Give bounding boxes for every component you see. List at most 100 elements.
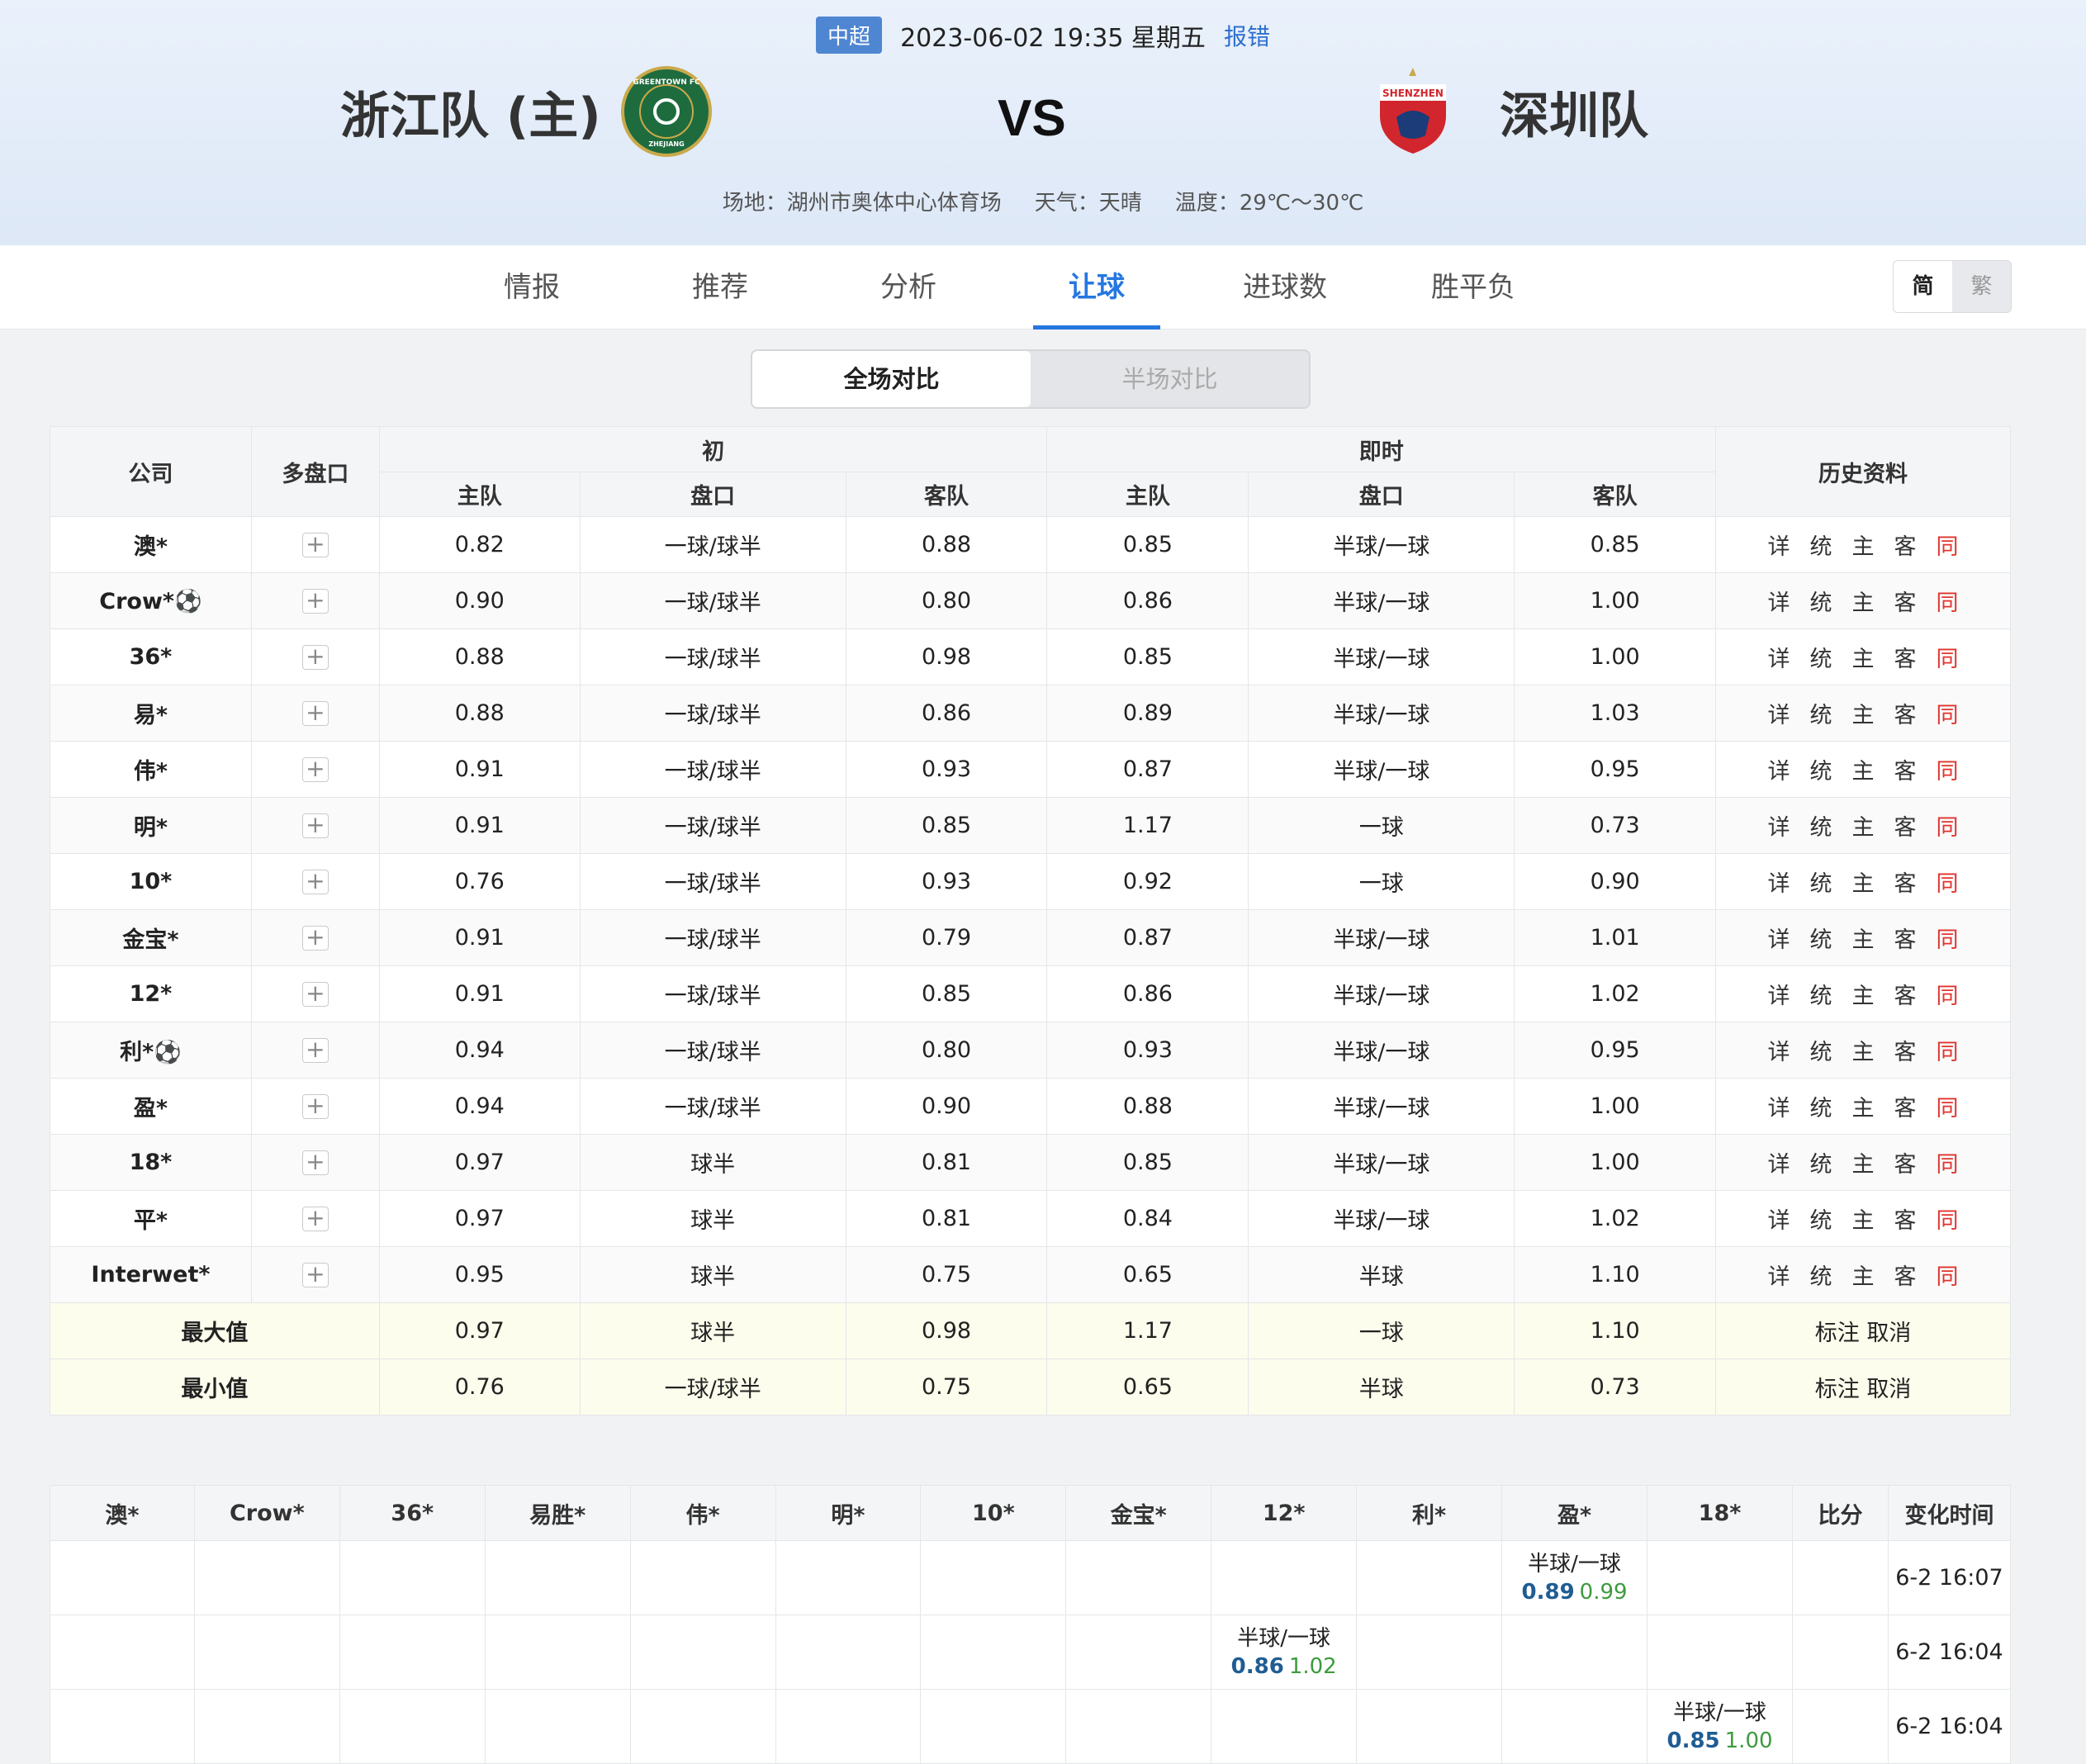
history-same-link[interactable]: 同	[1937, 865, 1959, 898]
company-name[interactable]: 明*	[50, 797, 252, 854]
half-match-compare-button[interactable]: 半场对比	[1031, 351, 1309, 407]
history-stats-link[interactable]: 统	[1810, 641, 1832, 673]
history-away-link[interactable]: 客	[1894, 753, 1917, 785]
company-name[interactable]: 澳*	[50, 516, 252, 573]
history-detail-link[interactable]: 详	[1768, 697, 1790, 729]
history-detail-link[interactable]: 详	[1768, 1034, 1790, 1066]
expand-lines-button[interactable]: +	[301, 1207, 329, 1231]
history-stats-link[interactable]: 统	[1810, 1034, 1832, 1066]
company-name[interactable]: 金宝*	[50, 909, 252, 966]
history-same-link[interactable]: 同	[1937, 585, 1959, 617]
history-stats-link[interactable]: 统	[1810, 922, 1832, 954]
history-stats-link[interactable]: 统	[1810, 1146, 1832, 1178]
history-detail-link[interactable]: 详	[1768, 1146, 1790, 1178]
history-away-link[interactable]: 客	[1894, 1259, 1917, 1291]
history-same-link[interactable]: 同	[1937, 529, 1959, 561]
history-detail-link[interactable]: 详	[1768, 1259, 1790, 1291]
history-home-link[interactable]: 主	[1852, 1259, 1875, 1291]
history-stats-link[interactable]: 统	[1810, 529, 1832, 561]
history-home-link[interactable]: 主	[1852, 641, 1875, 673]
history-away-link[interactable]: 客	[1894, 585, 1917, 617]
tab-win-draw-lose[interactable]: 胜平负	[1410, 245, 1537, 330]
mark-cancel-action[interactable]: 标注 取消	[1715, 1359, 2011, 1415]
history-home-link[interactable]: 主	[1852, 809, 1875, 842]
expand-lines-button[interactable]: +	[301, 701, 329, 726]
expand-lines-button[interactable]: +	[301, 813, 329, 838]
company-name[interactable]: 12*	[50, 965, 252, 1022]
history-away-link[interactable]: 客	[1894, 865, 1917, 898]
history-home-link[interactable]: 主	[1852, 978, 1875, 1010]
history-stats-link[interactable]: 统	[1810, 753, 1832, 785]
history-stats-link[interactable]: 统	[1810, 1259, 1832, 1291]
history-home-link[interactable]: 主	[1852, 1090, 1875, 1122]
tab-handicap[interactable]: 让球	[1033, 245, 1160, 330]
lang-simplified-button[interactable]: 简	[1894, 261, 1952, 312]
history-away-link[interactable]: 客	[1894, 697, 1917, 729]
history-away-link[interactable]: 客	[1894, 1202, 1917, 1235]
history-same-link[interactable]: 同	[1937, 1034, 1959, 1066]
history-same-link[interactable]: 同	[1937, 1259, 1959, 1291]
company-name[interactable]: 利*⚽	[50, 1022, 252, 1079]
history-detail-link[interactable]: 详	[1768, 641, 1790, 673]
history-away-link[interactable]: 客	[1894, 1090, 1917, 1122]
history-stats-link[interactable]: 统	[1810, 1202, 1832, 1235]
history-home-link[interactable]: 主	[1852, 753, 1875, 785]
report-error-link[interactable]: 报错	[1224, 19, 1270, 52]
history-home-link[interactable]: 主	[1852, 697, 1875, 729]
expand-lines-button[interactable]: +	[301, 1038, 329, 1063]
league-badge[interactable]: 中超	[816, 17, 883, 54]
expand-lines-button[interactable]: +	[301, 1150, 329, 1175]
history-stats-link[interactable]: 统	[1810, 865, 1832, 898]
history-home-link[interactable]: 主	[1852, 1202, 1875, 1235]
history-away-link[interactable]: 客	[1894, 809, 1917, 842]
history-stats-link[interactable]: 统	[1810, 978, 1832, 1010]
away-team[interactable]: SHENZHEN 深圳队	[1368, 66, 1648, 157]
full-match-compare-button[interactable]: 全场对比	[752, 351, 1031, 407]
history-home-link[interactable]: 主	[1852, 865, 1875, 898]
company-name[interactable]: 平*	[50, 1190, 252, 1247]
history-detail-link[interactable]: 详	[1768, 753, 1790, 785]
history-away-link[interactable]: 客	[1894, 641, 1917, 673]
tab-total-goals[interactable]: 进球数	[1221, 245, 1349, 330]
tab-recommend[interactable]: 推荐	[657, 245, 784, 330]
history-same-link[interactable]: 同	[1937, 1202, 1959, 1235]
history-away-link[interactable]: 客	[1894, 1034, 1917, 1066]
history-same-link[interactable]: 同	[1937, 641, 1959, 673]
history-stats-link[interactable]: 统	[1810, 1090, 1832, 1122]
lang-traditional-button[interactable]: 繁	[1952, 261, 2011, 312]
history-same-link[interactable]: 同	[1937, 978, 1959, 1010]
company-name[interactable]: 伟*	[50, 741, 252, 798]
history-home-link[interactable]: 主	[1852, 529, 1875, 561]
history-detail-link[interactable]: 详	[1768, 922, 1790, 954]
expand-lines-button[interactable]: +	[301, 982, 329, 1007]
company-name[interactable]: 36*	[50, 628, 252, 685]
company-name[interactable]: 18*	[50, 1134, 252, 1191]
expand-lines-button[interactable]: +	[301, 533, 329, 557]
tab-analysis[interactable]: 分析	[845, 245, 972, 330]
history-stats-link[interactable]: 统	[1810, 697, 1832, 729]
expand-lines-button[interactable]: +	[301, 1094, 329, 1119]
history-home-link[interactable]: 主	[1852, 585, 1875, 617]
company-name[interactable]: 10*	[50, 853, 252, 910]
history-home-link[interactable]: 主	[1852, 922, 1875, 954]
history-away-link[interactable]: 客	[1894, 978, 1917, 1010]
history-away-link[interactable]: 客	[1894, 529, 1917, 561]
history-same-link[interactable]: 同	[1937, 1146, 1959, 1178]
history-same-link[interactable]: 同	[1937, 922, 1959, 954]
expand-lines-button[interactable]: +	[301, 870, 329, 894]
history-same-link[interactable]: 同	[1937, 753, 1959, 785]
history-away-link[interactable]: 客	[1894, 922, 1917, 954]
history-home-link[interactable]: 主	[1852, 1146, 1875, 1178]
company-name[interactable]: Interwet*	[50, 1246, 252, 1303]
history-detail-link[interactable]: 详	[1768, 978, 1790, 1010]
history-detail-link[interactable]: 详	[1768, 809, 1790, 842]
tab-intel[interactable]: 情报	[468, 245, 595, 330]
mark-cancel-action[interactable]: 标注 取消	[1715, 1302, 2011, 1359]
history-same-link[interactable]: 同	[1937, 1090, 1959, 1122]
home-team[interactable]: 浙江队 (主) GREENTOWN FC ZHEJIANG	[340, 66, 712, 157]
history-detail-link[interactable]: 详	[1768, 1202, 1790, 1235]
history-same-link[interactable]: 同	[1937, 697, 1959, 729]
history-detail-link[interactable]: 详	[1768, 585, 1790, 617]
expand-lines-button[interactable]: +	[301, 589, 329, 614]
company-name[interactable]: 易*	[50, 685, 252, 742]
